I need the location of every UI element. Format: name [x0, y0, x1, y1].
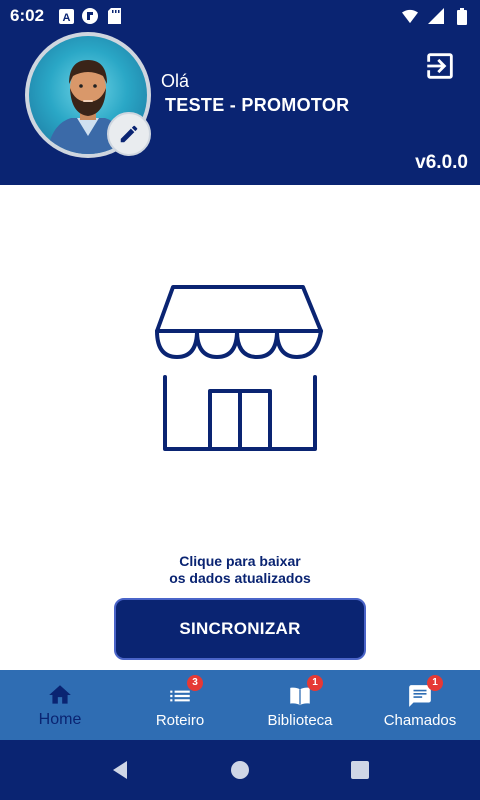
nav-label-home: Home	[38, 711, 82, 728]
app-screen: 6:02 A Olá TESTE - PROMOTOR v6.0.0 Cliqu…	[0, 0, 480, 800]
home-circle-icon	[231, 761, 249, 779]
greeting-text: Olá	[161, 71, 190, 91]
edit-avatar-button[interactable]	[107, 112, 151, 156]
home-system-button[interactable]	[220, 750, 260, 790]
nav-label-roteiro: Roteiro	[155, 711, 205, 729]
sync-text-line2: os dados atualizados	[169, 570, 311, 586]
sync-instructions: Clique para baixar os dados atualizados	[0, 553, 480, 587]
nav-label-chamados: Chamados	[383, 711, 457, 729]
chamados-badge: 1	[427, 674, 443, 691]
logout-icon	[427, 53, 453, 79]
sync-button[interactable]: SINCRONIZAR	[114, 598, 366, 660]
status-time: 6:02	[10, 6, 45, 25]
biblioteca-badge: 1	[307, 674, 323, 691]
status-bar: 6:02 A	[0, 0, 480, 32]
app-version: v6.0.0	[415, 152, 468, 173]
chat-icon: 1	[406, 674, 443, 710]
logout-button[interactable]	[422, 48, 458, 84]
store-icon	[155, 283, 325, 453]
home-icon	[46, 681, 74, 709]
system-status-icons	[402, 7, 470, 25]
username-text: TESTE - PROMOTOR	[165, 95, 350, 115]
profile-header: Olá TESTE - PROMOTOR v6.0.0	[0, 32, 480, 185]
notification-icons: A	[58, 8, 122, 24]
roteiro-badge: 3	[187, 674, 203, 691]
back-triangle-icon	[113, 761, 127, 779]
nav-item-roteiro[interactable]: 3 Roteiro	[120, 670, 240, 740]
svg-text:A: A	[62, 12, 70, 24]
main-content: Clique para baixar os dados atualizados …	[0, 185, 480, 670]
system-navigation-bar	[0, 740, 480, 800]
back-button[interactable]	[100, 750, 140, 790]
nav-item-biblioteca[interactable]: 1 Biblioteca	[240, 670, 360, 740]
wifi-icon	[402, 8, 418, 24]
nav-item-home[interactable]: Home	[0, 670, 120, 740]
recents-button[interactable]	[340, 750, 380, 790]
sd-card-icon	[106, 8, 122, 24]
book-icon: 1	[286, 674, 323, 710]
sync-text-line1: Clique para baixar	[179, 553, 301, 569]
nav-item-chamados[interactable]: 1 Chamados	[360, 670, 480, 740]
nav-label-biblioteca: Biblioteca	[267, 711, 333, 729]
bottom-navigation: Home 3 Roteiro 1 Biblioteca 1 Chamados	[0, 670, 480, 740]
signal-icon	[428, 8, 444, 24]
list-icon: 3	[166, 674, 203, 710]
app-circle-icon	[82, 8, 99, 24]
font-a-icon: A	[58, 8, 74, 24]
battery-icon	[454, 7, 470, 25]
pencil-icon	[120, 125, 138, 143]
recents-square-icon	[351, 761, 369, 779]
